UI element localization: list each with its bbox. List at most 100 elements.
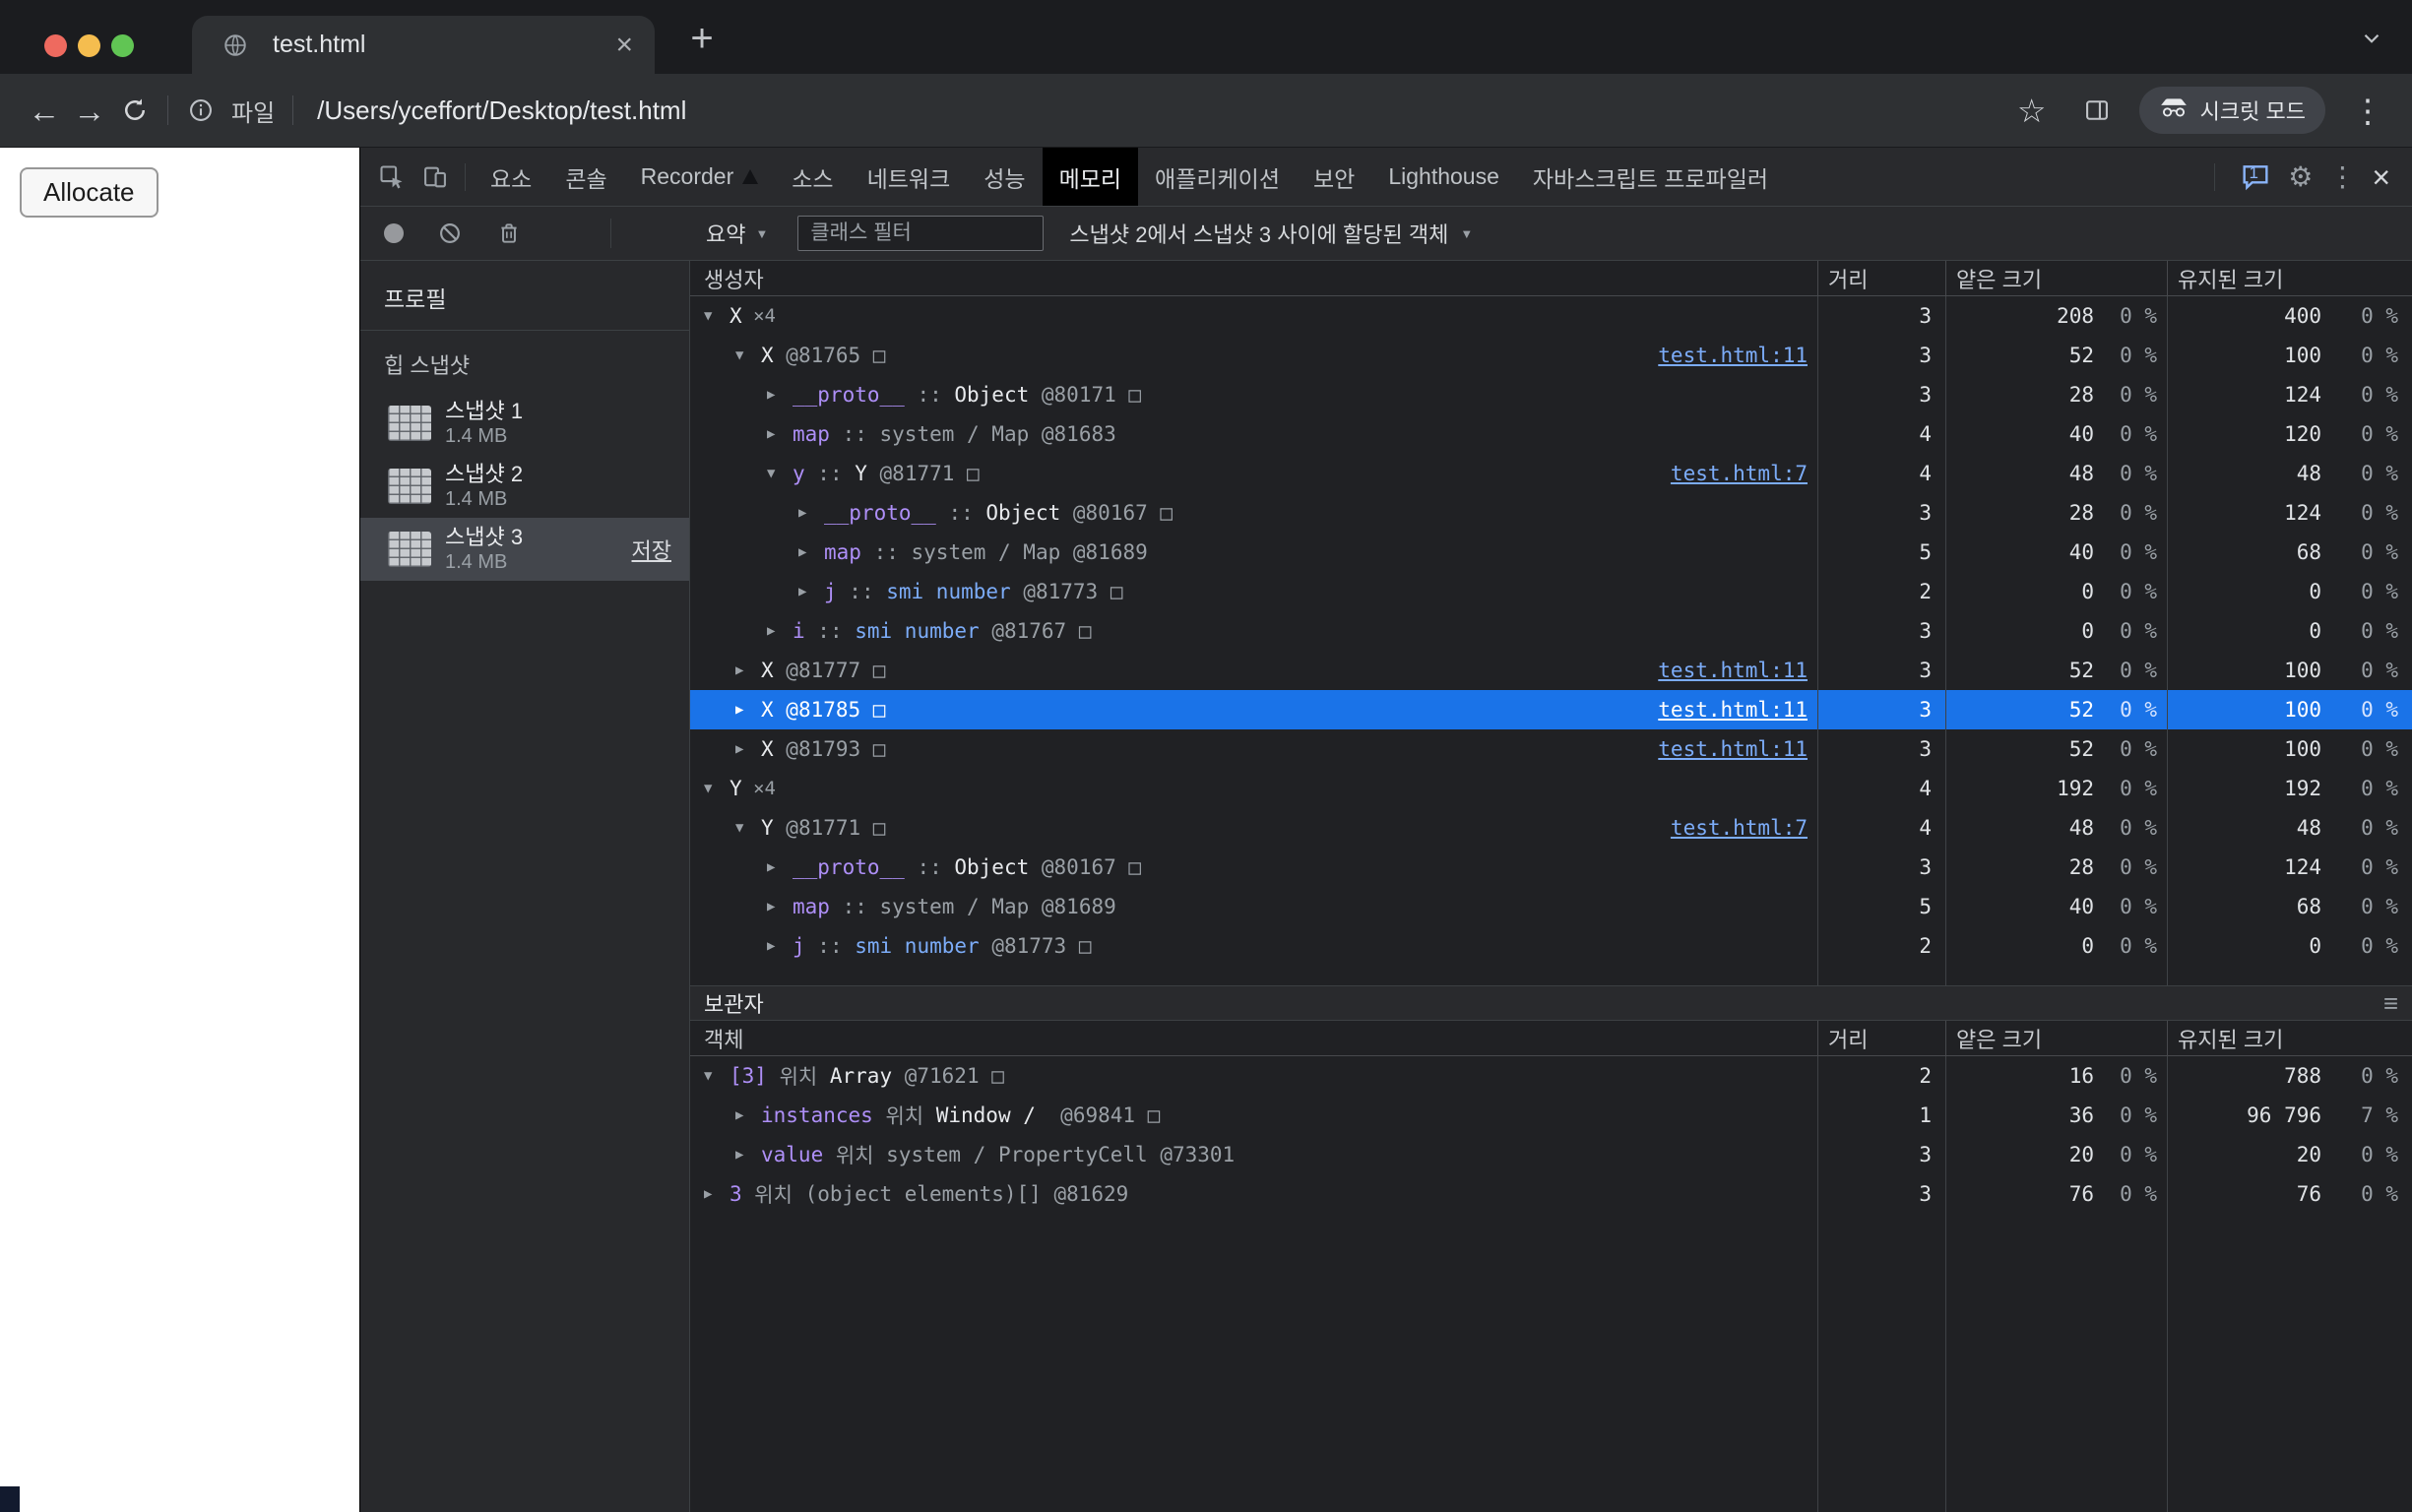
source-location-link[interactable]: test.html:7 — [1671, 816, 1808, 840]
browser-tab[interactable]: test.html × — [192, 16, 655, 74]
devtools-tab[interactable]: Recorder — [624, 148, 776, 206]
column-header-shallow-size[interactable]: 얕은 크기 — [1945, 261, 2167, 295]
devtools-tab[interactable]: 보안 — [1297, 148, 1371, 206]
heap-row[interactable]: ▼y :: Y @81771 □test.html:74480 %480 % — [690, 454, 2412, 493]
column-header-shallow-size[interactable]: 얕은 크기 — [1945, 1021, 2167, 1055]
expand-icon[interactable]: ▶ — [735, 702, 761, 718]
heap-row[interactable]: ▼X @81765 □test.html:113520 %1000 % — [690, 336, 2412, 375]
issues-counter-button[interactable]: 1 — [2239, 161, 2272, 193]
heap-row[interactable]: ▶instances 위치 Window / @69841 □1360 %96 … — [690, 1096, 2412, 1135]
bookmark-star-icon[interactable]: ☆ — [2009, 88, 2055, 133]
expand-icon[interactable]: ▶ — [798, 584, 824, 599]
devtools-close-icon[interactable]: × — [2372, 161, 2390, 193]
heap-row[interactable]: ▼X ×432080 %4000 % — [690, 296, 2412, 336]
expand-icon[interactable]: ▶ — [767, 623, 793, 639]
collapse-icon[interactable]: ▼ — [767, 466, 793, 481]
expand-icon[interactable]: ▶ — [767, 938, 793, 954]
heap-row[interactable]: ▼[3] 위치 Array @71621 □2160 %7880 % — [690, 1056, 2412, 1096]
expand-icon[interactable]: ▶ — [735, 662, 761, 678]
collapse-icon[interactable]: ▼ — [704, 781, 730, 796]
expand-icon[interactable]: ▶ — [767, 899, 793, 914]
heap-row[interactable]: ▶map :: system / Map @816834400 %1200 % — [690, 414, 2412, 454]
allocate-button[interactable]: Allocate — [20, 167, 159, 218]
allocation-range-dropdown[interactable]: 스냅샷 2에서 스냅샷 3 사이에 할당된 객체 ▼ — [1069, 218, 1473, 249]
collapse-icon[interactable]: ▼ — [735, 820, 761, 836]
browser-menu-kebab-icon[interactable]: ⋮ — [2345, 88, 2390, 133]
collapse-icon[interactable]: ▼ — [704, 1068, 730, 1084]
snapshot-item[interactable]: 스냅샷 21.4 MB — [360, 455, 689, 518]
side-panel-icon[interactable] — [2074, 88, 2120, 133]
heap-row[interactable]: ▶i :: smi number @81767 □300 %00 % — [690, 611, 2412, 651]
expand-icon[interactable]: ▶ — [767, 859, 793, 875]
expand-icon[interactable]: ▶ — [704, 1186, 730, 1202]
new-tab-button[interactable]: + — [679, 16, 725, 61]
heap-row[interactable]: ▼Y @81771 □test.html:74480 %480 % — [690, 808, 2412, 848]
snapshot-item[interactable]: 스냅샷 11.4 MB — [360, 392, 689, 455]
source-location-link[interactable]: test.html:7 — [1671, 462, 1808, 485]
minimize-window-button[interactable] — [78, 34, 100, 57]
url-text[interactable]: /Users/yceffort/Desktop/test.html — [317, 95, 2009, 126]
devtools-tab[interactable]: 자바스크립트 프로파일러 — [1516, 148, 1785, 206]
column-header-constructor[interactable]: 생성자 — [690, 261, 1817, 295]
delete-snapshot-trash-icon[interactable] — [496, 220, 522, 246]
devtools-tab[interactable]: Lighthouse — [1371, 148, 1516, 206]
snapshot-save-link[interactable]: 저장 — [632, 534, 671, 565]
devtools-tab[interactable]: 메모리 — [1043, 148, 1138, 206]
device-toolbar-icon[interactable] — [413, 156, 457, 199]
expand-icon[interactable]: ▶ — [798, 544, 824, 560]
heap-row[interactable]: ▶j :: smi number @81773 □200 %00 % — [690, 572, 2412, 611]
heap-row[interactable]: ▶j :: smi number @81773 □200 %00 % — [690, 926, 2412, 966]
class-filter-input[interactable] — [797, 216, 1044, 251]
column-header-distance[interactable]: 거리 — [1817, 1021, 1945, 1055]
devtools-tab[interactable]: 네트워크 — [851, 148, 968, 206]
source-location-link[interactable]: test.html:11 — [1658, 698, 1808, 722]
source-location-link[interactable]: test.html:11 — [1658, 344, 1808, 367]
forward-button[interactable]: → — [67, 88, 112, 133]
view-mode-dropdown[interactable]: 요약 ▼ — [706, 218, 768, 249]
heap-row[interactable]: ▼Y ×441920 %1920 % — [690, 769, 2412, 808]
heap-row-selected[interactable]: ▶X @81785 □test.html:113520 %1000 % — [690, 690, 2412, 729]
devtools-settings-gear-icon[interactable]: ⚙ — [2288, 163, 2313, 191]
zoom-window-button[interactable] — [111, 34, 134, 57]
column-header-retained-size[interactable]: 유지된 크기 — [2167, 261, 2412, 295]
collapse-icon[interactable]: ▼ — [735, 347, 761, 363]
column-header-object[interactable]: 객체 — [690, 1021, 1817, 1055]
devtools-tab[interactable]: 소스 — [775, 148, 850, 206]
devtools-tab[interactable]: 콘솔 — [548, 148, 623, 206]
heap-row[interactable]: ▶__proto__ :: Object @80171 □3280 %1240 … — [690, 375, 2412, 414]
clear-profiles-icon[interactable] — [437, 220, 463, 246]
tab-close-icon[interactable]: × — [615, 31, 633, 60]
column-header-distance[interactable]: 거리 — [1817, 261, 1945, 295]
devtools-tab[interactable]: 요소 — [474, 148, 548, 206]
devtools-menu-kebab-icon[interactable]: ⋮ — [2328, 163, 2356, 191]
heap-row[interactable]: ▶map :: system / Map @816895400 %680 % — [690, 533, 2412, 572]
take-snapshot-record-icon[interactable] — [384, 223, 404, 243]
devtools-tab[interactable]: 성능 — [967, 148, 1042, 206]
heap-row[interactable]: ▶__proto__ :: Object @80167 □3280 %1240 … — [690, 493, 2412, 533]
devtools-tab[interactable]: 애플리케이션 — [1138, 148, 1297, 206]
column-header-retained-size[interactable]: 유지된 크기 — [2167, 1021, 2412, 1055]
expand-icon[interactable]: ▶ — [735, 741, 761, 757]
retainers-menu-icon[interactable]: ≡ — [2383, 990, 2398, 1016]
expand-icon[interactable]: ▶ — [767, 387, 793, 403]
heap-row[interactable]: ▶__proto__ :: Object @80167 □3280 %1240 … — [690, 848, 2412, 887]
reload-button[interactable] — [112, 88, 158, 133]
heap-row[interactable]: ▶map :: system / Map @816895400 %680 % — [690, 887, 2412, 926]
snapshot-item[interactable]: 스냅샷 31.4 MB저장 — [360, 518, 689, 581]
heap-row[interactable]: ▶3 위치 (object elements)[] @816293760 %76… — [690, 1174, 2412, 1214]
expand-icon[interactable]: ▶ — [767, 426, 793, 442]
collapse-icon[interactable]: ▼ — [704, 308, 730, 324]
back-button[interactable]: ← — [22, 88, 67, 133]
source-location-link[interactable]: test.html:11 — [1658, 737, 1808, 761]
tab-overflow-chevron-icon[interactable] — [2359, 26, 2384, 56]
close-window-button[interactable] — [44, 34, 67, 57]
expand-icon[interactable]: ▶ — [735, 1107, 761, 1123]
site-info-icon[interactable] — [178, 88, 223, 133]
expand-icon[interactable]: ▶ — [798, 505, 824, 521]
heap-row[interactable]: ▶X @81793 □test.html:113520 %1000 % — [690, 729, 2412, 769]
source-location-link[interactable]: test.html:11 — [1658, 659, 1808, 682]
inspect-element-icon[interactable] — [370, 156, 413, 199]
expand-icon[interactable]: ▶ — [735, 1147, 761, 1163]
heap-row[interactable]: ▶value 위치 system / PropertyCell @7330132… — [690, 1135, 2412, 1174]
heap-row[interactable]: ▶X @81777 □test.html:113520 %1000 % — [690, 651, 2412, 690]
